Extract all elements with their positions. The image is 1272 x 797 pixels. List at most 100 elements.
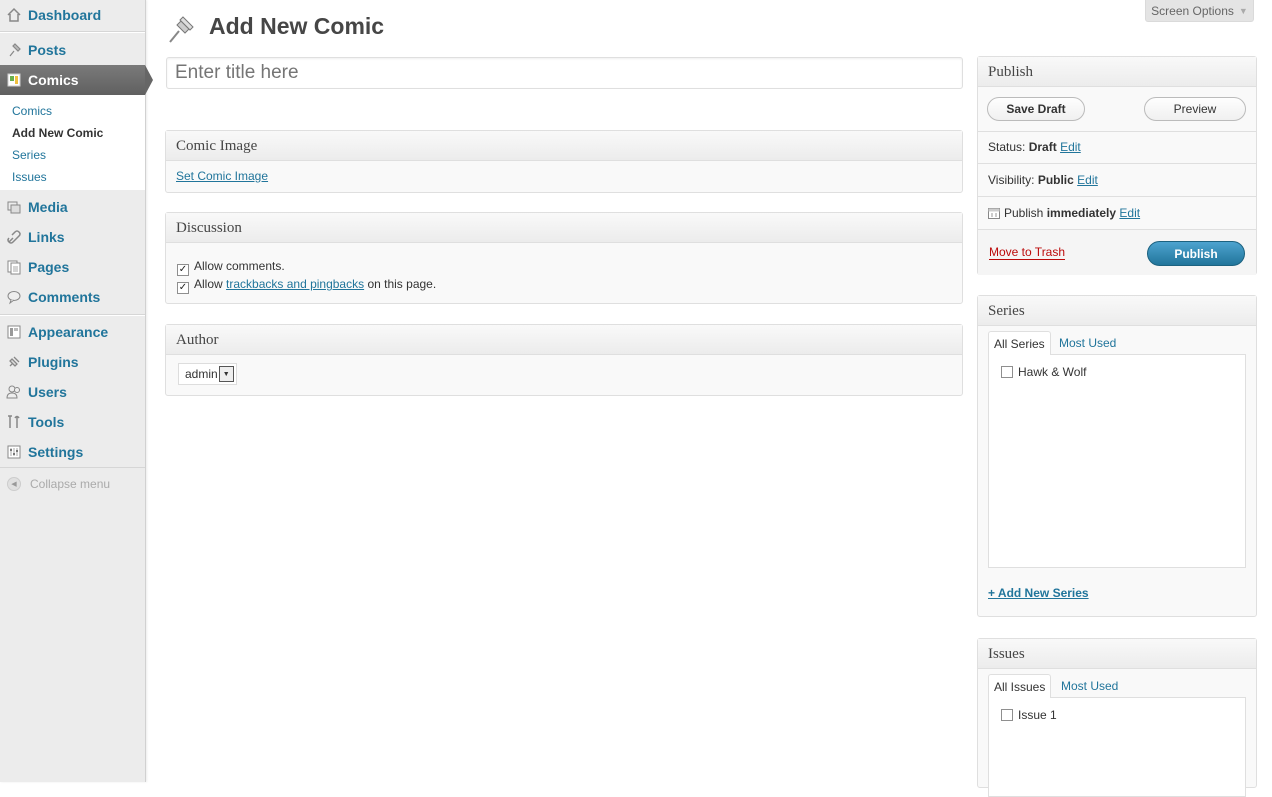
- divider: [978, 163, 1256, 164]
- menu-settings[interactable]: Settings: [0, 437, 145, 467]
- author-select-value: admin: [185, 367, 218, 381]
- comic-image-box-title: Comic Image: [166, 131, 962, 161]
- divider: [978, 131, 1256, 132]
- chevron-down-icon: ▼: [218, 366, 234, 382]
- issues-box-title: Issues: [978, 639, 1256, 669]
- issues-list: Issue 1: [988, 697, 1246, 797]
- allow-trackbacks-checkbox[interactable]: ✓: [177, 281, 189, 294]
- divider: [978, 196, 1256, 197]
- author-select[interactable]: admin ▼: [178, 363, 237, 385]
- issues-box: Issues All Issues Most Used Issue 1: [977, 638, 1257, 797]
- menu-users-label: Users: [28, 384, 67, 400]
- allow-trackbacks-row: ✓ Allow trackbacks and pingbacks on this …: [177, 277, 436, 294]
- tab-all-series[interactable]: All Series: [988, 331, 1051, 355]
- collapse-arrow-icon: ◀: [7, 477, 21, 491]
- tab-most-used-issues-label: Most Used: [1061, 679, 1119, 693]
- screen-options-label: Screen Options: [1151, 3, 1234, 18]
- set-comic-image-link[interactable]: Set Comic Image: [176, 169, 268, 183]
- link-icon: [6, 229, 22, 245]
- visibility-value: Public: [1037, 173, 1074, 187]
- publish-button[interactable]: Publish: [1147, 241, 1245, 266]
- list-item: Issue 1: [1001, 708, 1057, 722]
- preview-button[interactable]: Preview: [1144, 97, 1246, 121]
- menu-comics[interactable]: Comics: [0, 65, 153, 95]
- title-input[interactable]: [166, 57, 963, 89]
- menu-dashboard[interactable]: Dashboard: [0, 0, 145, 30]
- save-draft-label: Save Draft: [1006, 102, 1066, 116]
- admin-sidebar: Dashboard Posts Comics Comics Add New Co…: [0, 0, 153, 782]
- chevron-down-icon: ▼: [1238, 5, 1248, 16]
- submenu-issues[interactable]: Issues: [12, 170, 47, 184]
- discussion-box: Discussion ✓ Allow comments. ✓ Allow track…: [165, 212, 963, 304]
- menu-tools[interactable]: Tools: [0, 407, 145, 437]
- comics-icon: [6, 72, 22, 88]
- divider: [0, 32, 145, 33]
- tab-all-series-label: All Series: [994, 336, 1045, 351]
- comics-submenu: Comics Add New Comic Series Issues: [0, 95, 145, 190]
- menu-posts[interactable]: Posts: [0, 35, 145, 65]
- comment-icon: [6, 289, 22, 305]
- tab-most-used-series-label: Most Used: [1059, 336, 1117, 350]
- submenu-series[interactable]: Series: [12, 148, 46, 162]
- series-box-title: Series: [978, 296, 1256, 326]
- tab-all-issues[interactable]: All Issues: [988, 674, 1052, 698]
- menu-plugins-label: Plugins: [28, 354, 79, 370]
- calendar-icon: [988, 207, 1000, 219]
- edit-status-link[interactable]: Edit: [1060, 140, 1081, 154]
- allow-comments-row: ✓ Allow comments.: [177, 259, 285, 276]
- issue-checkbox[interactable]: [1001, 709, 1013, 721]
- publish-button-label: Publish: [1174, 246, 1218, 261]
- appearance-icon: [6, 324, 22, 340]
- menu-links-label: Links: [28, 229, 65, 245]
- edit-visibility-link[interactable]: Edit: [1077, 173, 1098, 187]
- schedule-label: Publish: [1004, 206, 1044, 220]
- series-checkbox[interactable]: [1001, 366, 1013, 378]
- plugin-icon: [6, 354, 22, 370]
- collapse-menu-label: Collapse menu: [30, 477, 111, 491]
- allow-comments-checkbox[interactable]: ✓: [177, 263, 189, 276]
- menu-appearance-label: Appearance: [28, 324, 109, 340]
- submenu-comics[interactable]: Comics: [12, 104, 52, 118]
- menu-comments[interactable]: Comments: [0, 282, 145, 312]
- tab-most-used-series[interactable]: Most Used: [1054, 331, 1121, 355]
- allow-trackbacks-prefix: Allow: [194, 277, 223, 291]
- screen-options-button[interactable]: Screen Options ▼: [1145, 0, 1254, 22]
- author-box: Author admin ▼: [165, 324, 963, 396]
- menu-appearance[interactable]: Appearance: [0, 317, 145, 347]
- schedule-row: Publish immediately Edit: [978, 206, 1256, 220]
- menu-links[interactable]: Links: [0, 222, 145, 252]
- menu-media-label: Media: [28, 199, 68, 215]
- pages-icon: [6, 259, 22, 275]
- add-new-series-link[interactable]: + Add New Series: [988, 586, 1089, 600]
- page-title: Add New Comic: [209, 13, 385, 39]
- series-item-label: Hawk & Wolf: [1018, 365, 1087, 379]
- trackbacks-link[interactable]: trackbacks and pingbacks: [226, 277, 364, 291]
- publish-box: Publish Save Draft Preview Status: Draft…: [977, 56, 1257, 275]
- allow-trackbacks-suffix: on this page.: [367, 277, 437, 291]
- menu-media[interactable]: Media: [0, 192, 145, 222]
- discussion-box-title: Discussion: [166, 213, 962, 243]
- pushpin-icon: [6, 42, 22, 58]
- submenu-add-new-comic[interactable]: Add New Comic: [12, 126, 103, 140]
- preview-label: Preview: [1173, 102, 1217, 116]
- comic-image-box: Comic Image Set Comic Image: [165, 130, 963, 193]
- move-to-trash-link[interactable]: Move to Trash: [989, 245, 1066, 260]
- menu-users[interactable]: Users: [0, 377, 145, 407]
- menu-comics-label: Comics: [28, 72, 79, 88]
- menu-pages[interactable]: Pages: [0, 252, 145, 282]
- tab-most-used-issues[interactable]: Most Used: [1056, 674, 1123, 698]
- menu-comments-label: Comments: [28, 289, 101, 305]
- dashboard-icon: [6, 7, 22, 23]
- status-label: Status:: [988, 140, 1026, 154]
- menu-plugins[interactable]: Plugins: [0, 347, 145, 377]
- issue-item-label: Issue 1: [1018, 708, 1057, 722]
- allow-comments-label: Allow comments.: [194, 259, 285, 273]
- collapse-menu[interactable]: ◀ Collapse menu: [0, 474, 145, 494]
- publish-actions: Move to Trash Publish: [978, 229, 1256, 275]
- menu-dashboard-label: Dashboard: [28, 7, 102, 23]
- status-value: Draft: [1028, 140, 1057, 154]
- edit-schedule-link[interactable]: Edit: [1119, 206, 1140, 220]
- save-draft-button[interactable]: Save Draft: [987, 97, 1085, 121]
- media-icon: [6, 199, 22, 215]
- visibility-label: Visibility:: [988, 173, 1035, 187]
